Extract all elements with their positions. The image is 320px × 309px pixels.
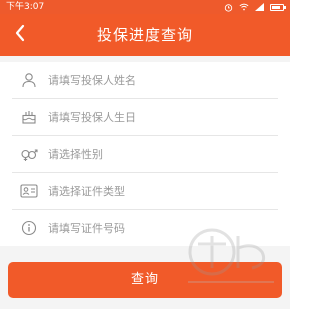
gender-icon bbox=[18, 144, 40, 164]
applicant-birthday-placeholder: 请填写投保人生日 bbox=[48, 111, 136, 124]
applicant-name-placeholder: 请填写投保人姓名 bbox=[48, 74, 136, 87]
id-number-placeholder: 请填写证件号码 bbox=[48, 222, 125, 235]
alarm-icon bbox=[224, 3, 233, 12]
screen: 下午3:07 投保进度查询 请填写投保人姓名 请填写投保人生日 请选择性别 请选… bbox=[0, 0, 290, 309]
status-bar: 下午3:07 bbox=[0, 0, 290, 14]
info-icon bbox=[18, 218, 40, 238]
id-type-placeholder: 请选择证件类型 bbox=[48, 185, 125, 198]
applicant-name-field[interactable]: 请填写投保人姓名 bbox=[12, 62, 278, 99]
title-bar: 投保进度查询 bbox=[0, 14, 290, 56]
gender-placeholder: 请选择性别 bbox=[48, 148, 103, 161]
status-icons bbox=[224, 0, 286, 14]
status-time: 下午3:07 bbox=[6, 2, 45, 12]
gender-field[interactable]: 请选择性别 bbox=[12, 136, 278, 173]
applicant-birthday-field[interactable]: 请填写投保人生日 bbox=[12, 99, 278, 136]
cake-icon bbox=[18, 107, 40, 127]
wifi-icon bbox=[239, 3, 249, 11]
id-number-field[interactable]: 请填写证件号码 bbox=[12, 210, 278, 246]
query-button[interactable]: 查询 bbox=[8, 262, 282, 298]
id-card-icon bbox=[18, 181, 40, 201]
signal-icon bbox=[255, 3, 264, 11]
page-title: 投保进度查询 bbox=[96, 26, 193, 44]
person-icon bbox=[18, 70, 40, 90]
battery-icon bbox=[270, 3, 286, 11]
query-form: 请填写投保人姓名 请填写投保人生日 请选择性别 请选择证件类型 请填写证件号码 bbox=[0, 62, 290, 246]
id-type-field[interactable]: 请选择证件类型 bbox=[12, 173, 278, 210]
